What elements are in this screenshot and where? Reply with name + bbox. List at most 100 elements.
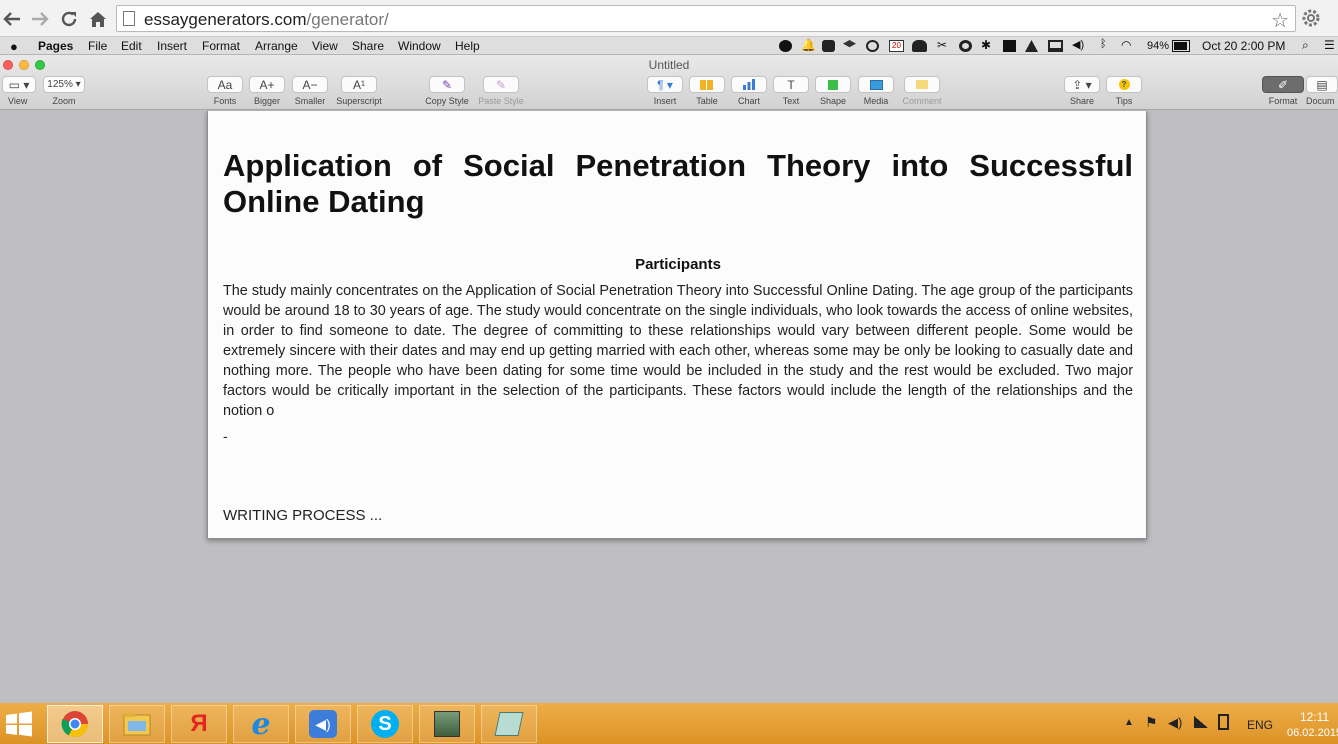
action-center-flag-icon[interactable]: ⚑ [1145,714,1158,731]
format-button[interactable]: ✐ Format [1262,76,1304,106]
chrome-status-icon[interactable] [959,40,972,52]
tray-arrow-icon[interactable]: ▲ [1124,717,1134,728]
page-icon [123,11,135,26]
taskbar-archive[interactable] [419,705,475,743]
menu-insert[interactable]: Insert [157,39,187,53]
url-text: essaygenerators.com/generator/ [144,10,389,29]
taskbar-notes-app[interactable] [481,705,537,743]
tips-button[interactable]: ? Tips [1106,76,1142,106]
taskbar-chrome[interactable] [47,705,103,743]
dash-line[interactable]: - [223,428,228,444]
taskbar-yandex[interactable]: Я [171,705,227,743]
dropbox-icon[interactable] [843,40,856,48]
windows-start-icon[interactable] [4,711,34,737]
volume-icon[interactable]: ◀) [1072,38,1090,51]
vpn-triangle-icon[interactable] [1025,40,1038,52]
superscript-icon: A¹ [341,76,377,93]
document-title[interactable]: Application of Social Penetration Theory… [223,148,1133,220]
speaker-icon: ◀) [309,710,337,738]
sync-icon[interactable] [866,40,879,52]
view-button[interactable]: ▭ ▾ View [2,76,36,106]
power-plug-icon[interactable] [1218,714,1229,730]
pages-toolbar: Untitled ▭ ▾ View 125% ▾ Zoom Aa Fonts A… [0,55,1338,110]
media-button[interactable]: Media [858,76,894,106]
taskbar-file-explorer[interactable] [109,705,165,743]
monitor-icon[interactable] [1003,40,1016,52]
bookmark-star-icon[interactable]: ☆ [1271,8,1289,33]
document-button[interactable]: ▤ Docum [1306,76,1338,106]
notebook-icon [494,712,524,736]
taskbar-skype[interactable]: S [357,705,413,743]
reload-icon[interactable] [57,7,81,31]
notification-list-icon[interactable]: ☰ [1324,38,1337,52]
settings-gear-icon[interactable] [1300,7,1322,29]
apple-icon[interactable]: ● [10,39,18,54]
zoom-select[interactable]: 125% ▾ Zoom [43,76,85,106]
tools-icon[interactable]: ✂ [937,38,950,52]
bell-icon[interactable]: 🔔 [801,38,816,52]
paragraph-icon: ¶ ▾ [647,76,683,93]
language-indicator[interactable]: ENG [1247,718,1273,732]
section-heading[interactable]: Participants [223,256,1133,273]
superscript-button[interactable]: A¹ Superscript [334,76,384,106]
wrench-icon[interactable]: ✱ [981,38,994,52]
menu-share[interactable]: Share [352,39,384,53]
smaller-button[interactable]: A− Smaller [292,76,328,106]
menu-window[interactable]: Window [398,39,441,53]
document-page[interactable]: Application of Social Penetration Theory… [207,111,1147,539]
cloud-icon[interactable] [912,40,927,52]
taskbar-clock-time[interactable]: 12:11 [1300,710,1329,724]
home-icon[interactable] [86,7,110,31]
media-image-icon [858,76,894,93]
menu-help[interactable]: Help [455,39,480,53]
battery-icon[interactable] [1172,40,1190,52]
shape-button[interactable]: Shape [815,76,851,106]
taskbar-audio-player[interactable]: ◀) [295,705,351,743]
body-paragraph[interactable]: The study mainly concentrates on the App… [223,281,1133,421]
insert-button[interactable]: ¶ ▾ Insert [647,76,683,106]
format-brush-icon: ✐ [1262,76,1304,93]
comment-icon [904,76,940,93]
menu-edit[interactable]: Edit [121,39,142,53]
spotlight-search-icon[interactable]: ⌕ [1302,38,1315,52]
calendar-icon[interactable]: 20 [889,40,904,52]
tray-volume-icon[interactable]: ◀) [1168,715,1182,731]
forward-arrow-icon[interactable] [28,7,52,31]
evernote-icon[interactable] [822,40,835,52]
comment-button[interactable]: Comment [900,76,944,106]
table-button[interactable]: Table [689,76,725,106]
fonts-icon: Aa [207,76,243,93]
status-bubble-icon[interactable] [779,40,792,52]
eyedropper-icon: ✎ [429,76,465,93]
taskbar-internet-explorer[interactable]: e [233,705,289,743]
window-title: Untitled [648,58,690,72]
fonts-button[interactable]: Aa Fonts [207,76,243,106]
chart-button[interactable]: Chart [731,76,767,106]
smaller-font-icon: A− [292,76,328,93]
document-canvas: Application of Social Penetration Theory… [0,111,1338,703]
airplay-icon[interactable] [1048,40,1063,52]
menubar-clock[interactable]: Oct 20 2:00 PM [1202,39,1285,53]
mac-menu-bar: ● Pages File Edit Insert Format Arrange … [0,37,1338,55]
windows-taskbar: Я e ◀) S ▲ ⚑ ◀) ENG 12:11 06.02.2015 [0,703,1338,744]
bluetooth-icon[interactable]: ᛒ [1100,38,1113,50]
copy-style-button[interactable]: ✎ Copy Style [423,76,471,106]
menu-arrange[interactable]: Arrange [255,39,298,53]
browser-toolbar: essaygenerators.com/generator/ ☆ [0,0,1338,37]
folder-icon [123,713,151,736]
share-button[interactable]: ⇪ ▾ Share [1064,76,1100,106]
menu-app-name[interactable]: Pages [38,39,73,53]
taskbar-clock-date[interactable]: 06.02.2015 [1287,727,1338,739]
network-signal-icon[interactable] [1194,716,1208,728]
wifi-icon[interactable]: ◠ [1121,38,1137,52]
menu-format[interactable]: Format [202,39,240,53]
paste-style-button[interactable]: ✎ Paste Style [476,76,526,106]
address-bar[interactable]: essaygenerators.com/generator/ ☆ [116,5,1296,32]
writing-process-text[interactable]: WRITING PROCESS ... [223,507,382,524]
text-button[interactable]: T Text [773,76,809,106]
bigger-button[interactable]: A+ Bigger [249,76,285,106]
back-arrow-icon[interactable] [0,7,24,31]
menu-view[interactable]: View [312,39,338,53]
menu-file[interactable]: File [88,39,107,53]
archive-icon [434,711,460,737]
